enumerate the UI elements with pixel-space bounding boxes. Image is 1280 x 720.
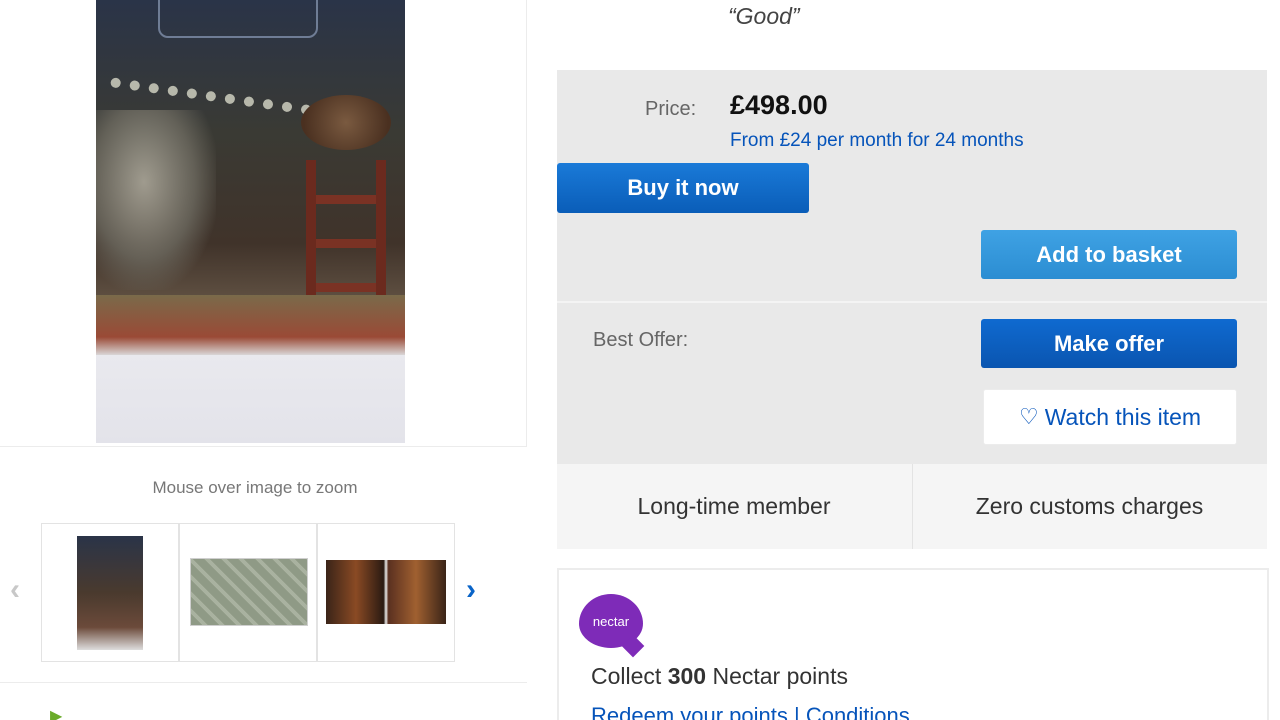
- thumbnail-image: [326, 560, 446, 624]
- image-label-box: [158, 0, 318, 38]
- chevron-left-icon[interactable]: ‹: [10, 575, 20, 605]
- watch-item-button[interactable]: ♡ Watch this item: [983, 389, 1237, 445]
- bottom-note-cutoff: ▶: [50, 705, 62, 720]
- nectar-points: 300: [667, 663, 707, 689]
- chevron-right-icon[interactable]: ›: [466, 575, 476, 605]
- finance-link[interactable]: From £24 per month for 24 months: [730, 130, 1024, 152]
- main-image-frame: [0, 0, 527, 447]
- thumbnail-strip: ‹ ›: [0, 520, 527, 663]
- nectar-collect-suffix: Nectar points: [712, 663, 848, 689]
- nectar-collect-text: Collect 300 Nectar points: [591, 663, 848, 690]
- badge-zero-customs: Zero customs charges: [912, 464, 1266, 549]
- thumbnail-3[interactable]: [317, 523, 455, 662]
- thumbnail-image: [77, 536, 143, 650]
- badge-long-time-member: Long-time member: [637, 493, 831, 519]
- price-panel: Price: £498.00 From £24 per month for 24…: [557, 70, 1267, 464]
- leaf-icon: ▶: [50, 708, 63, 720]
- main-product-image[interactable]: [96, 0, 405, 443]
- make-offer-button[interactable]: Make offer: [981, 319, 1237, 368]
- nectar-collect-prefix: Collect: [591, 663, 662, 689]
- image-stool-seat: [301, 95, 391, 150]
- watch-item-label: Watch this item: [1044, 403, 1202, 430]
- zoom-hint: Mouse over image to zoom: [152, 478, 358, 497]
- thumbnail-1[interactable]: [41, 523, 179, 662]
- buy-it-now-button[interactable]: Buy it now: [557, 163, 809, 213]
- heart-icon: ♡: [1018, 404, 1039, 429]
- image-rug: [96, 295, 405, 355]
- divider: [0, 682, 527, 683]
- thumbnail-image: [190, 558, 308, 626]
- nectar-links[interactable]: Redeem your points | Conditions: [591, 703, 910, 720]
- seller-badges: Long-time member Zero customs charges: [557, 464, 1267, 549]
- price-value: £498.00: [730, 90, 828, 120]
- nectar-logo: nectar: [579, 594, 643, 648]
- thumbnail-2[interactable]: [179, 523, 317, 662]
- add-to-basket-button[interactable]: Add to basket: [981, 230, 1237, 279]
- price-label: Price:: [645, 98, 697, 120]
- nectar-card: nectar Collect 300 Nectar points Redeem …: [557, 568, 1269, 720]
- best-offer-label: Best Offer:: [593, 329, 689, 351]
- condition-quote: “Good”: [728, 3, 800, 29]
- panel-divider: [557, 301, 1267, 303]
